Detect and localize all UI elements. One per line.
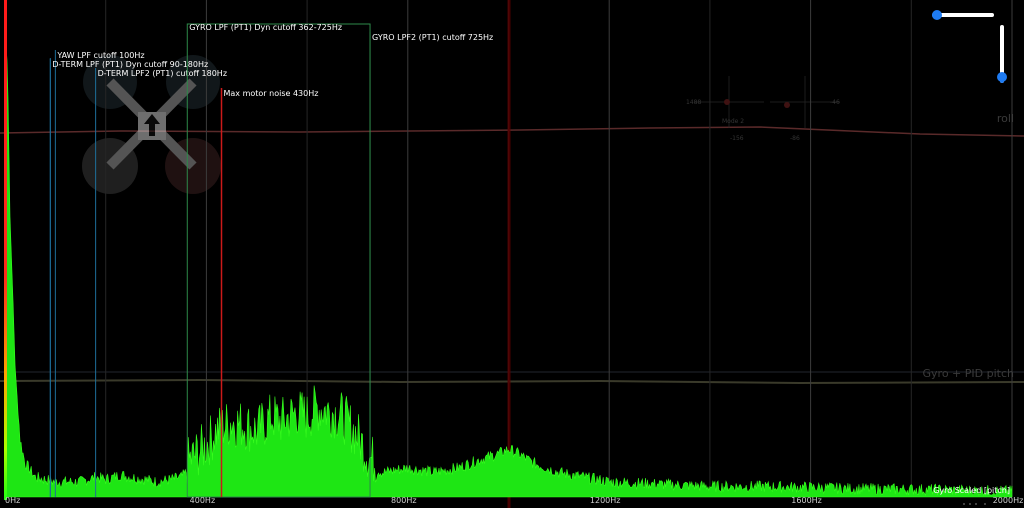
x-tick-label: 0Hz bbox=[5, 496, 20, 505]
vertical-zoom-handle[interactable] bbox=[997, 72, 1007, 82]
horizontal-zoom-handle[interactable] bbox=[932, 10, 942, 20]
x-tick-label: 1200Hz bbox=[590, 496, 621, 505]
stick-right-dot-icon bbox=[784, 102, 790, 108]
x-tick-label: 800Hz bbox=[391, 496, 416, 505]
pitch-trace bbox=[0, 378, 1024, 385]
pitch-trace-label: Gyro + PID pitch bbox=[923, 367, 1014, 380]
spectrum-chart: 1488 -46 Mode 2 -156 -86 roll Gyro + PID… bbox=[0, 0, 1024, 508]
marker-label: D-TERM LPF (PT1) Dyn cutoff 90-180Hz bbox=[52, 60, 208, 69]
x-axis-ticks: 0Hz 400Hz 800Hz 1200Hz 1600Hz 2000Hz bbox=[5, 496, 1023, 505]
marker-label: GYRO LPF2 (PT1) cutoff 725Hz bbox=[372, 33, 493, 42]
marker-label: GYRO LPF (PT1) Dyn cutoff 362-725Hz bbox=[189, 23, 342, 32]
stick-left-dot-icon bbox=[724, 99, 730, 105]
left-edge-line bbox=[4, 0, 7, 500]
scroll-dot-icon bbox=[963, 503, 965, 505]
scroll-dot-icon bbox=[969, 503, 971, 505]
stick-ghost-overlay: 1488 -46 Mode 2 -156 -86 bbox=[686, 76, 840, 142]
background-traces bbox=[0, 126, 1024, 385]
scroll-indicator bbox=[963, 503, 986, 505]
stick-left-top-value: 1488 bbox=[686, 99, 701, 106]
marker-label: YAW LPF cutoff 100Hz bbox=[56, 51, 144, 60]
x-tick-label: 1600Hz bbox=[791, 496, 822, 505]
stick-mode-label: Mode 2 bbox=[722, 118, 744, 125]
marker-label: Max motor noise 430Hz bbox=[224, 89, 319, 98]
vertical-zoom-slider[interactable] bbox=[997, 25, 1007, 83]
grid-lines bbox=[105, 0, 1013, 497]
marker-label: D-TERM LPF2 (PT1) cutoff 180Hz bbox=[98, 69, 227, 78]
stick-right-bottom-value: -86 bbox=[790, 135, 800, 142]
stick-left-bottom-value: -156 bbox=[730, 135, 744, 142]
series-legend-label: Gyro Scaled [pitch] bbox=[933, 486, 1010, 495]
horizontal-zoom-slider[interactable] bbox=[932, 10, 994, 20]
roll-trace-label: roll bbox=[997, 112, 1014, 125]
scroll-dot-icon bbox=[975, 503, 977, 505]
x-tick-label: 400Hz bbox=[190, 496, 215, 505]
stick-right-top-value: -46 bbox=[830, 99, 840, 106]
x-tick-label: 2000Hz bbox=[993, 496, 1024, 505]
scroll-dot-icon bbox=[984, 503, 986, 505]
